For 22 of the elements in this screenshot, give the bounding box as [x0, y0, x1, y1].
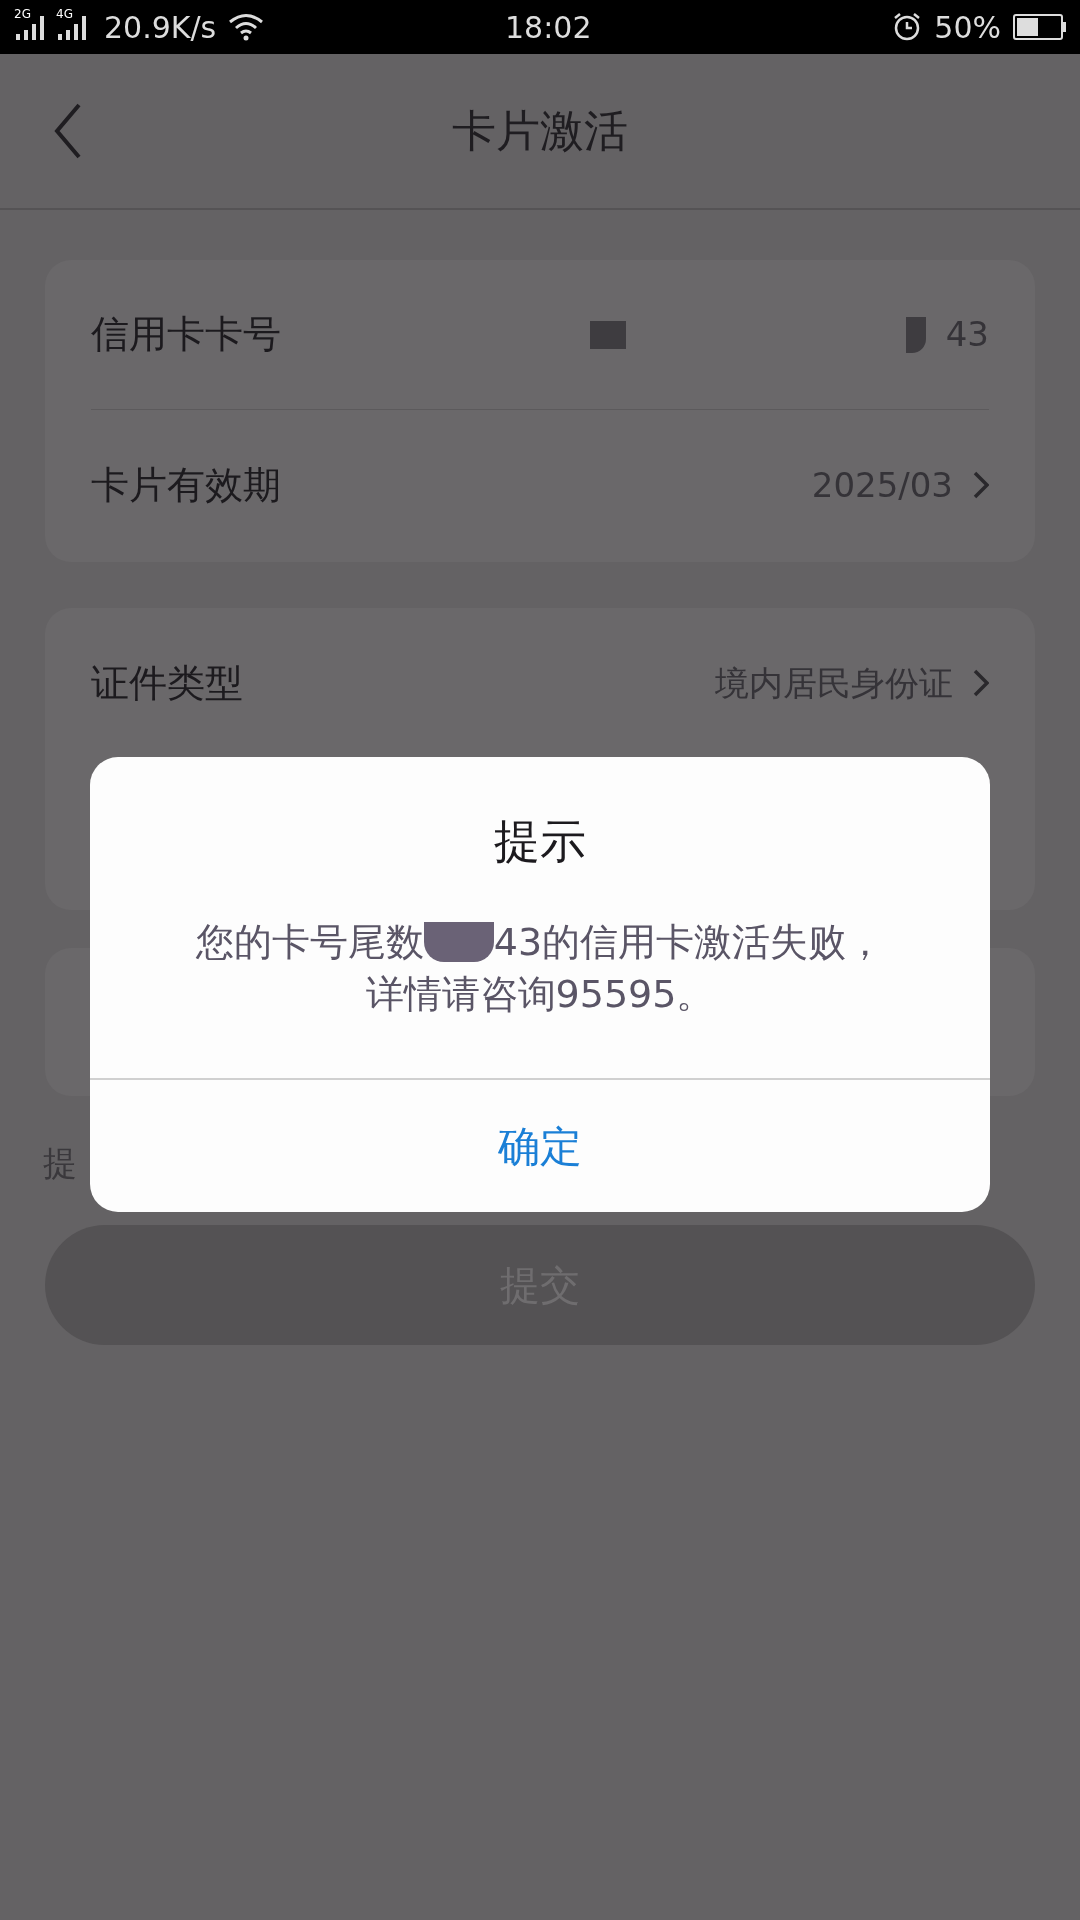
field-label: 卡片有效期	[91, 461, 281, 509]
network-speed: 20.9K/s	[104, 8, 217, 47]
battery-icon	[1013, 14, 1066, 40]
clock-time: 18:02	[504, 8, 593, 47]
dialog-message: 详情请咨询95595。	[365, 971, 715, 1018]
network-label: 4G	[56, 8, 73, 20]
field-label: 信用卡卡号	[91, 311, 281, 358]
dialog-message: 43的信用卡激活失败，	[493, 919, 885, 966]
battery-percent: 50%	[934, 8, 1001, 47]
wifi-icon	[228, 13, 265, 41]
chevron-right-icon	[973, 471, 989, 499]
field-label: 证件类型	[91, 659, 243, 707]
back-icon	[53, 103, 83, 159]
network-label: 2G	[14, 8, 31, 20]
redaction-mark	[905, 316, 926, 353]
redaction-mark	[589, 320, 626, 349]
chevron-right-icon	[973, 669, 989, 697]
dialog-title: 提示	[494, 813, 586, 870]
confirm-button[interactable]: 确定	[90, 1080, 990, 1212]
dialog-message: 您的卡号尾数	[195, 919, 424, 966]
redaction-mark	[423, 922, 494, 962]
page-title: 卡片激活	[452, 104, 628, 158]
